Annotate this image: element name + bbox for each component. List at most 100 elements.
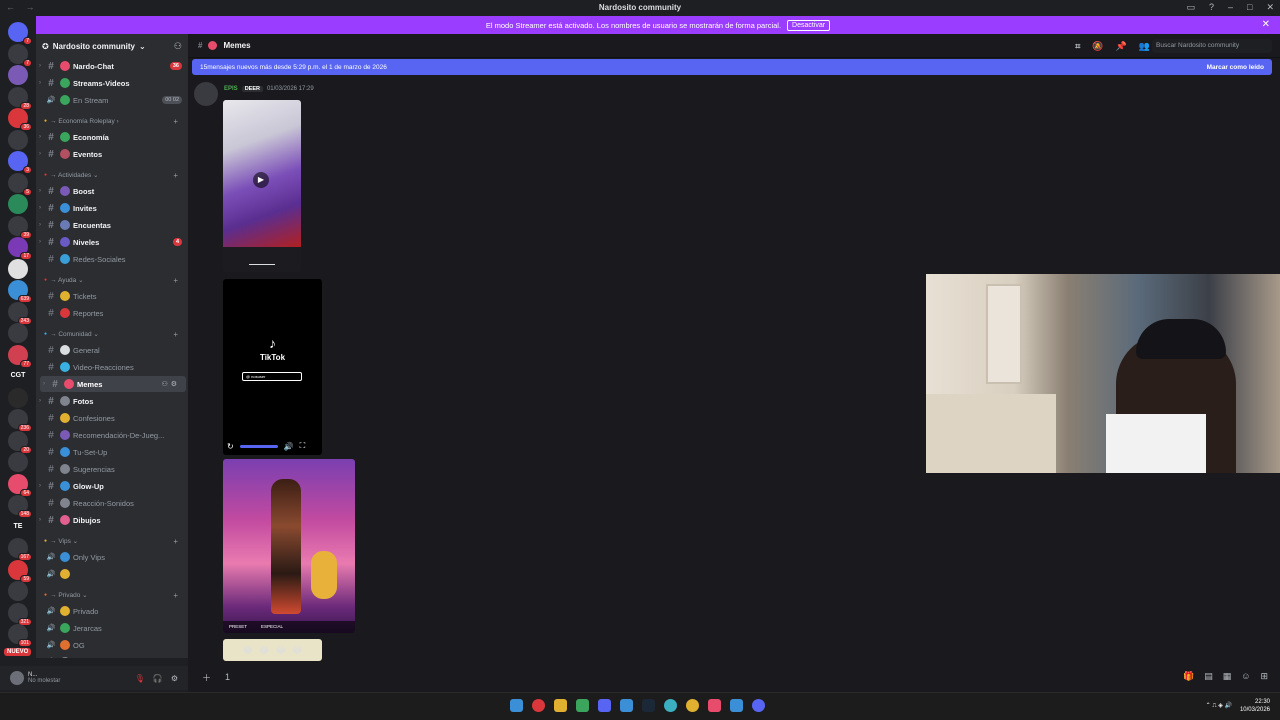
server-icon[interactable]: [8, 65, 28, 85]
inbox-icon[interactable]: ▭: [1186, 2, 1195, 13]
clock[interactable]: 22:30 10/03/2026: [1240, 698, 1270, 714]
channel-item[interactable]: 🔊: [36, 566, 188, 582]
avatar[interactable]: [10, 671, 24, 685]
channel-item[interactable]: # Reacción-Sonidos: [36, 495, 188, 511]
channel-item[interactable]: # General: [36, 342, 188, 358]
server-icon[interactable]: 59: [8, 559, 32, 583]
emoji-image-attachment[interactable]: 😂 😂 😂 😂: [223, 639, 322, 661]
channel-item[interactable]: # Video-Reacciones: [36, 359, 188, 375]
server-icon[interactable]: [8, 194, 28, 214]
channel-item[interactable]: › # Encuentas: [36, 217, 188, 233]
mail-icon[interactable]: [620, 699, 633, 712]
server-icon[interactable]: 36: [8, 108, 32, 131]
mark-as-read-button[interactable]: Marcar como leído: [1207, 64, 1264, 71]
server-header[interactable]: ✪ Nardosito community ⌄ ⚇: [36, 34, 188, 58]
video-progress[interactable]: [249, 264, 275, 265]
discord-icon[interactable]: [752, 699, 765, 712]
file-explorer-icon[interactable]: [554, 699, 567, 712]
channel-item[interactable]: › # Economía: [36, 129, 188, 145]
server-icon[interactable]: 39: [8, 215, 32, 239]
tiktok-video-attachment[interactable]: ♪ TikTok @ nosuser ↻ 🔊 ⛶: [223, 279, 322, 455]
sticker-icon[interactable]: ▦: [1223, 671, 1232, 682]
create-channel-icon[interactable]: +: [173, 330, 178, 339]
help-icon[interactable]: ?: [1209, 2, 1214, 13]
server-icon[interactable]: 243: [8, 301, 32, 325]
channel-item[interactable]: # Tu-Set-Up: [36, 444, 188, 460]
channel-item[interactable]: # Confesiones: [36, 410, 188, 426]
create-channel-icon[interactable]: +: [173, 591, 178, 600]
author-avatar[interactable]: [194, 82, 218, 106]
category-header[interactable]: ● → Ayuda ⌄ +: [36, 273, 188, 287]
server-icon[interactable]: 77: [8, 344, 32, 368]
category-header[interactable]: ● → Economía Roleplay › +: [36, 114, 188, 128]
channel-item[interactable]: 🔊 Privado: [36, 603, 188, 619]
chrome-icon[interactable]: [686, 699, 699, 712]
new-badge[interactable]: NUEVO: [4, 648, 32, 656]
category-header[interactable]: ● → Actividades ⌄ +: [36, 168, 188, 182]
channel-item[interactable]: › # Nardo-Chat 36: [36, 58, 188, 74]
server-icon[interactable]: 20: [8, 430, 32, 454]
edge-icon[interactable]: [664, 699, 677, 712]
channel-item[interactable]: › # Dibujos: [36, 512, 188, 528]
server-icon[interactable]: 64: [8, 473, 32, 497]
author-name[interactable]: EPIS: [224, 86, 238, 92]
channel-item[interactable]: › # Streams-Videos: [36, 75, 188, 91]
server-icon[interactable]: [8, 452, 28, 472]
category-header[interactable]: ● → Vips ⌄ +: [36, 534, 188, 548]
fullscreen-icon[interactable]: ⛶: [300, 441, 306, 451]
image-attachment[interactable]: PRESET ESPECIAL: [223, 459, 355, 633]
channel-item[interactable]: 🔊 En Stream 00 02: [36, 92, 188, 108]
composer-text[interactable]: 1: [225, 672, 230, 682]
server-icon[interactable]: [8, 581, 28, 601]
server-icon[interactable]: 7: [8, 43, 32, 67]
gif-icon[interactable]: ▤: [1204, 671, 1213, 682]
channel-item[interactable]: 🔊Musicas: [36, 654, 188, 658]
server-icon[interactable]: 148: [8, 495, 32, 518]
gift-icon[interactable]: 🎁: [1183, 671, 1194, 682]
server-icon[interactable]: 7: [8, 22, 32, 45]
volume-icon[interactable]: 🔊: [284, 442, 294, 451]
deafen-icon[interactable]: 🎧: [153, 674, 163, 683]
server-icon[interactable]: 236: [8, 409, 32, 432]
channel-item[interactable]: 🔊 Only Vips: [36, 549, 188, 565]
create-channel-icon[interactable]: +: [173, 276, 178, 285]
video-attachment[interactable]: ▶: [223, 100, 301, 272]
channel-item[interactable]: › # Glow-Up: [36, 478, 188, 494]
maximize-button[interactable]: □: [1247, 2, 1252, 13]
add-person-icon[interactable]: ⚇: [174, 41, 182, 52]
channel-settings-icon[interactable]: ⚇⚙: [161, 380, 180, 388]
message-composer[interactable]: ＋ 1 🎁 ▤ ▦ ☺ ⊞: [188, 666, 1280, 688]
channel-item[interactable]: › # Fotos: [36, 393, 188, 409]
settings-icon[interactable]: ⚙: [171, 674, 178, 683]
server-icon[interactable]: [8, 323, 28, 343]
minimize-button[interactable]: –: [1228, 2, 1233, 13]
close-icon[interactable]: ✕: [1262, 19, 1270, 30]
channel-item[interactable]: # Sugerencias: [36, 461, 188, 477]
channel-item[interactable]: › # Boost: [36, 183, 188, 199]
search-input[interactable]: Buscar Nardosito community: [1152, 39, 1272, 53]
server-icon[interactable]: [8, 129, 28, 150]
server-icon[interactable]: 28: [8, 86, 32, 110]
channel-item[interactable]: # Reportes: [36, 305, 188, 321]
server-text-icon[interactable]: TE: [8, 517, 28, 537]
add-attachment-icon[interactable]: ＋: [202, 671, 211, 684]
start-icon[interactable]: [510, 699, 523, 712]
channel-item[interactable]: 🔊 Jerarcas: [36, 620, 188, 636]
server-icon[interactable]: 17: [8, 237, 32, 260]
tiktok-icon[interactable]: [708, 699, 721, 712]
notifications-icon[interactable]: 🔕: [1092, 41, 1103, 52]
create-channel-icon[interactable]: +: [173, 117, 178, 126]
channel-item[interactable]: › # Niveles 4: [36, 234, 188, 250]
play-icon[interactable]: ▶: [253, 172, 269, 188]
steam-icon[interactable]: [642, 699, 655, 712]
server-icon[interactable]: 639: [8, 280, 32, 303]
channel-item[interactable]: › # Eventos: [36, 146, 188, 162]
replay-icon[interactable]: ↻: [227, 442, 234, 451]
create-channel-icon[interactable]: +: [173, 171, 178, 180]
threads-icon[interactable]: ⌗: [1075, 41, 1080, 52]
channel-item[interactable]: # Tickets: [36, 288, 188, 304]
app-icon[interactable]: [532, 699, 545, 712]
store-icon[interactable]: [598, 699, 611, 712]
server-icon[interactable]: 3: [8, 151, 32, 174]
server-icon[interactable]: [8, 387, 28, 408]
